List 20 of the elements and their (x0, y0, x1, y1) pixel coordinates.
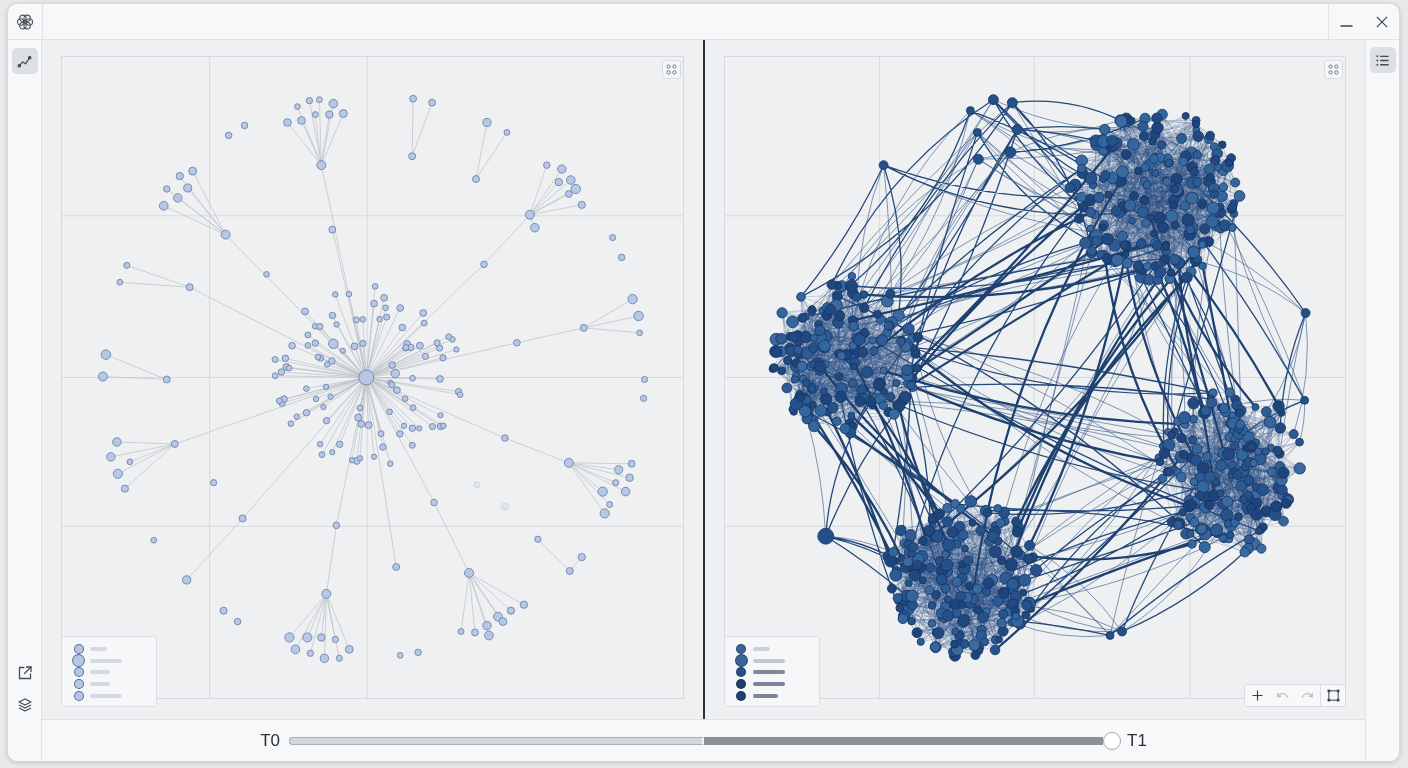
list-icon (1375, 52, 1390, 68)
timeline-slider-track[interactable] (289, 736, 1103, 745)
plus-icon (1252, 690, 1263, 701)
end-time-label: T1 (1127, 730, 1147, 751)
layers-icon (16, 697, 33, 713)
start-time-label: T0 (260, 730, 280, 751)
frame-icon (1326, 689, 1340, 702)
list-panel-button[interactable] (1369, 47, 1396, 73)
external-link-icon (16, 665, 33, 681)
corner-dots-icon (665, 64, 677, 75)
flower-icon (16, 12, 34, 31)
line-chart-tab[interactable] (11, 48, 38, 74)
redo-icon (1301, 691, 1314, 700)
close-icon (1375, 15, 1388, 28)
fit-view-button[interactable] (1324, 60, 1343, 79)
minimize-icon (1340, 24, 1353, 27)
slider-thumb[interactable] (1103, 731, 1121, 750)
undo-icon (1276, 691, 1289, 700)
line-chart-icon (17, 53, 32, 69)
corner-dots-icon (1328, 64, 1339, 75)
